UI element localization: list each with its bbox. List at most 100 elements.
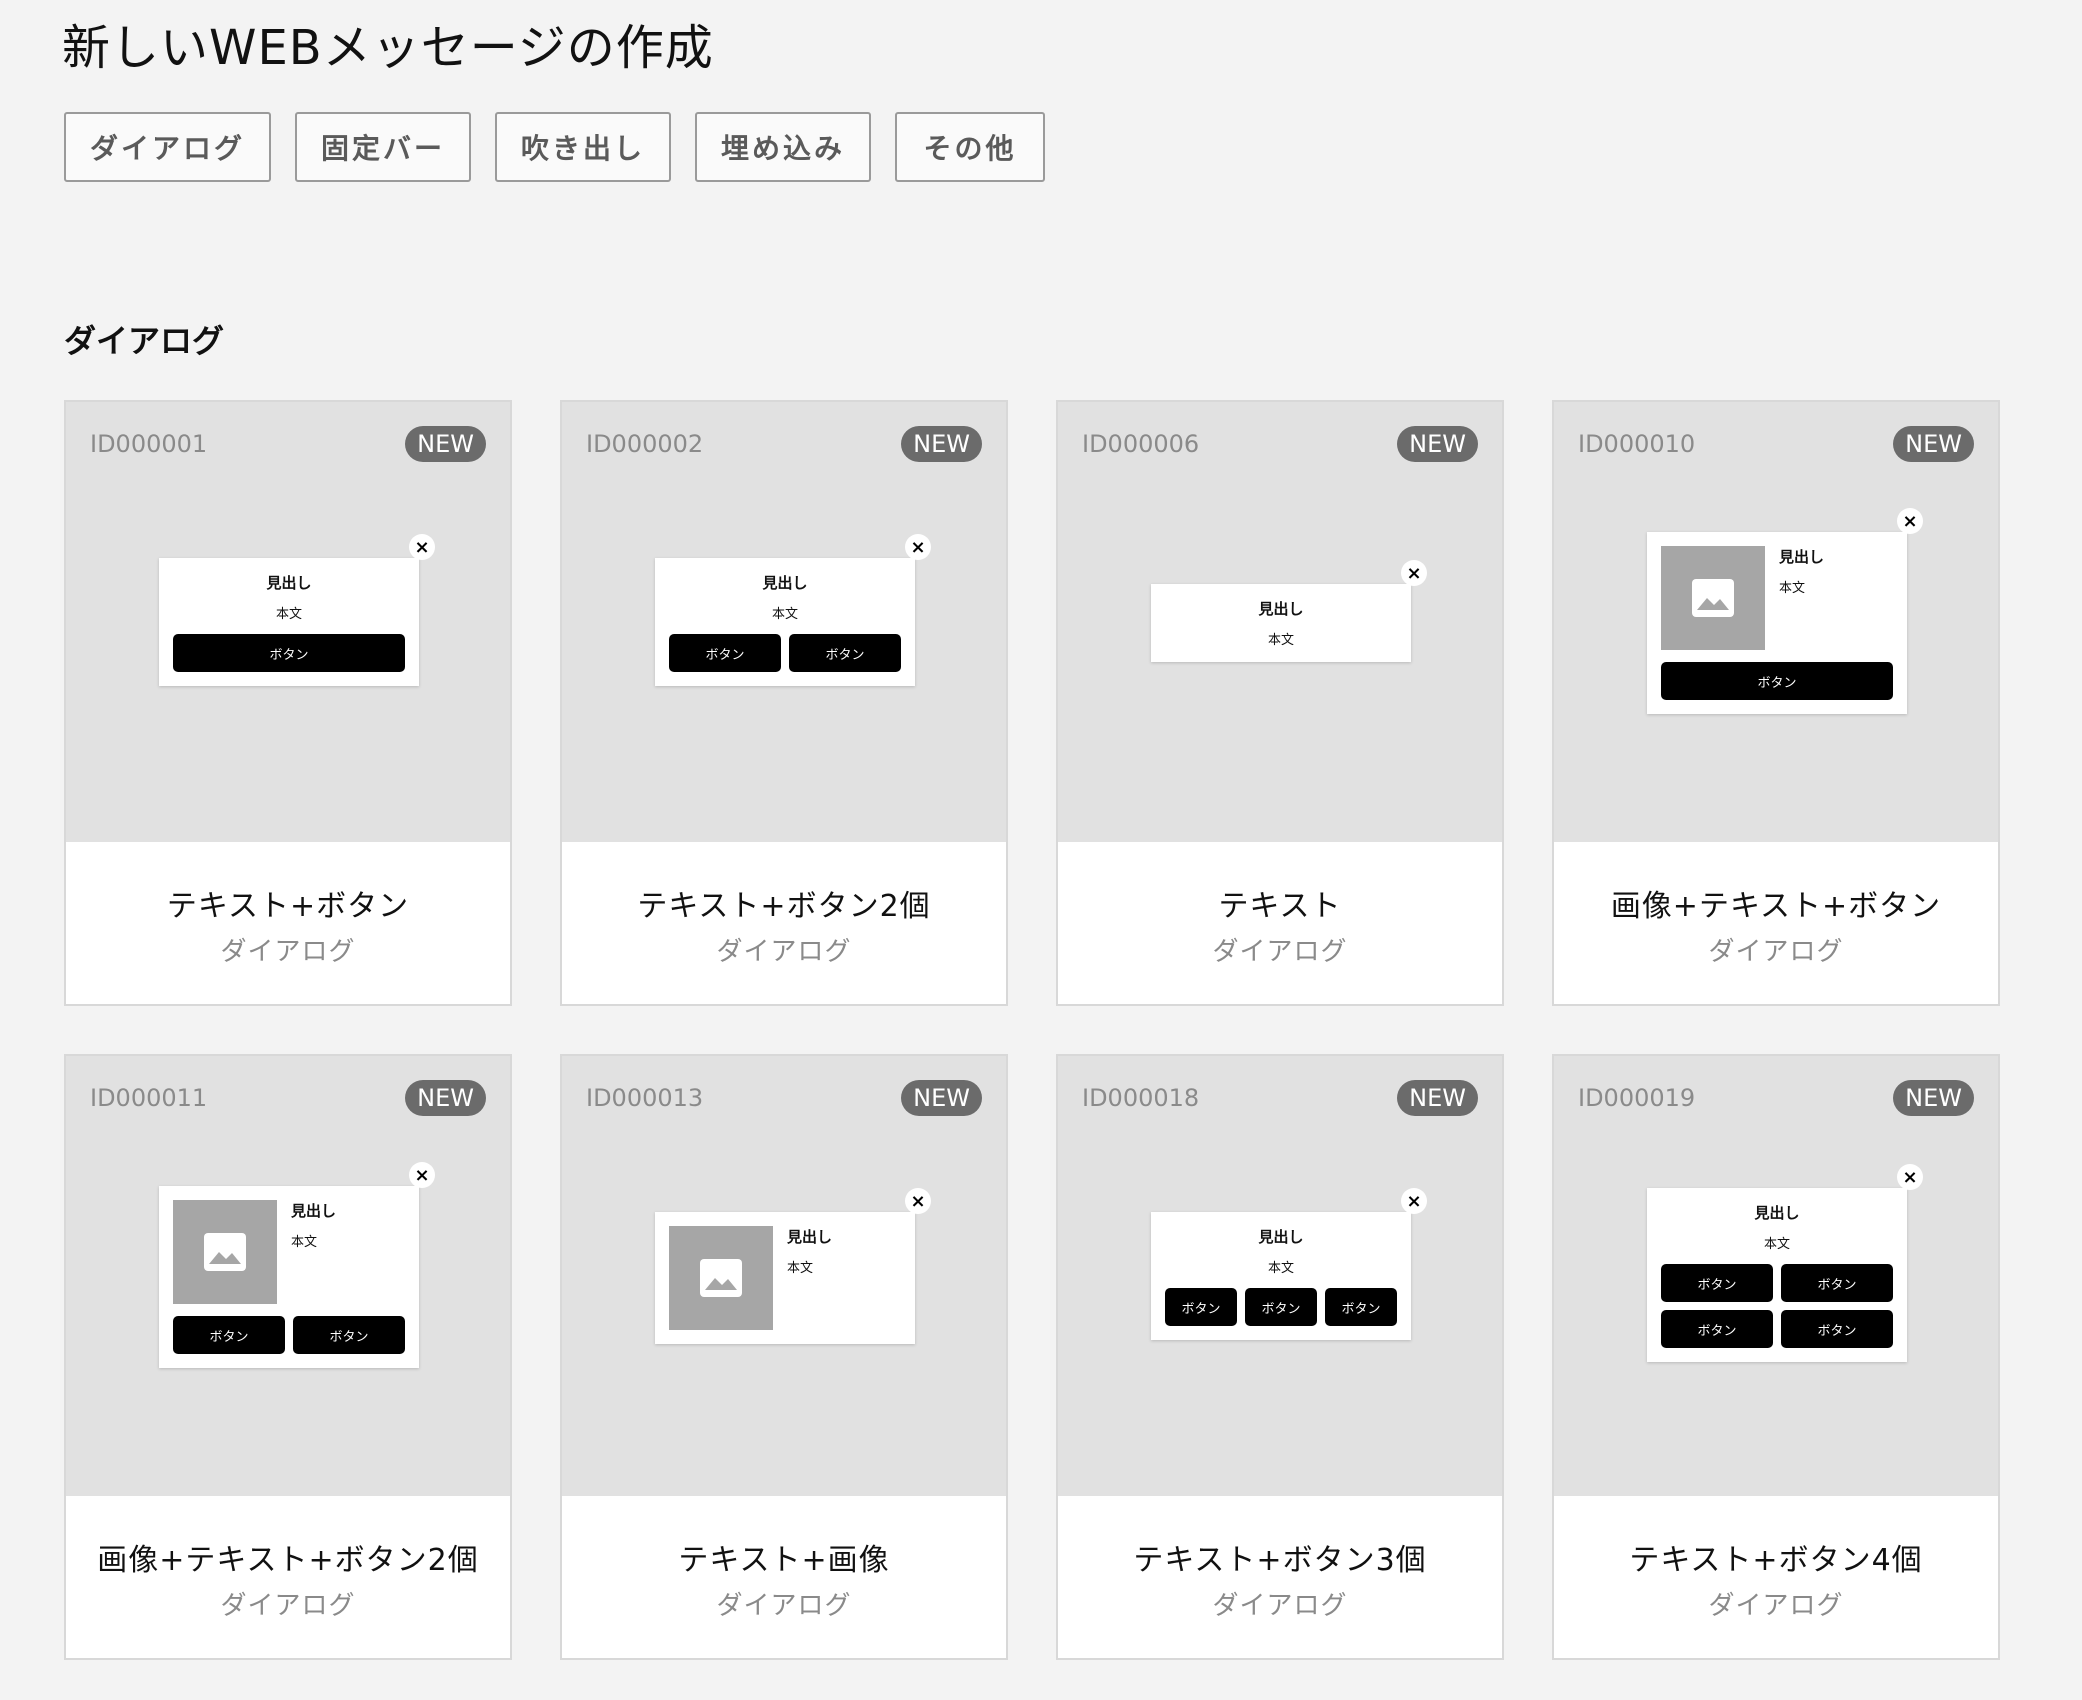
close-icon: × [409, 1162, 435, 1188]
template-card[interactable]: ID000010 NEW × 見出し 本文 ボタン 画像+テキスト+ボタン ダイ… [1552, 400, 2000, 1006]
template-preview: ID000013 NEW × 見出し 本文 [562, 1056, 1006, 1496]
template-card[interactable]: ID000011 NEW × 見出し 本文 ボタン ボタン 画像+テキスト+ボタ… [64, 1054, 512, 1660]
filter-bar: ダイアログ 固定バー 吹き出し 埋め込み その他 [64, 112, 1046, 182]
mock-body: 本文 [275, 607, 302, 622]
template-type: ダイアログ [1212, 1590, 1348, 1621]
template-type: ダイアログ [220, 1590, 356, 1621]
template-card[interactable]: ID000018 NEW × 見出し 本文 ボタン ボタン ボタン テキスト+ボ… [1056, 1054, 1504, 1660]
dialog-mock: × 見出し 本文 [655, 1188, 931, 1344]
filter-balloon-button[interactable]: 吹き出し [495, 112, 672, 182]
close-icon: × [1897, 508, 1923, 534]
template-name: テキスト [1218, 888, 1342, 924]
close-icon: × [1401, 560, 1427, 586]
dialog-mock: × 見出し 本文 ボタン ボタン ボタン ボタン [1647, 1164, 1923, 1362]
template-preview: ID000002 NEW × 見出し 本文 ボタン ボタン [562, 402, 1006, 842]
template-card[interactable]: ID000013 NEW × 見出し 本文 テキスト+画像 ダイアログ [560, 1054, 1008, 1660]
template-type: ダイアログ [1212, 936, 1348, 967]
mock-heading: 見出し [1754, 1204, 1800, 1222]
mock-button: ボタン [1661, 1310, 1773, 1348]
mock-button: ボタン [669, 634, 781, 672]
mock-heading: 見出し [266, 574, 312, 592]
template-type: ダイアログ [220, 936, 356, 967]
template-type: ダイアログ [716, 1590, 852, 1621]
template-type: ダイアログ [1708, 936, 1844, 967]
template-id: ID000019 [1578, 1084, 1696, 1112]
mock-button: ボタン [1661, 662, 1893, 700]
mock-button: ボタン [173, 1316, 285, 1354]
template-card[interactable]: ID000001 NEW × 見出し 本文 ボタン テキスト+ボタン ダイアログ [64, 400, 512, 1006]
mock-button: ボタン [1661, 1264, 1773, 1302]
mock-heading: 見出し [291, 1202, 337, 1220]
filter-embed-button[interactable]: 埋め込み [695, 112, 872, 182]
page-title: 新しいWEBメッセージの作成 [62, 20, 714, 76]
new-badge: NEW [1893, 426, 1974, 462]
template-id: ID000018 [1082, 1084, 1200, 1112]
template-name: 画像+テキスト+ボタン [1610, 888, 1942, 924]
template-preview: ID000011 NEW × 見出し 本文 ボタン ボタン [66, 1056, 510, 1496]
close-icon: × [905, 534, 931, 560]
dialog-mock: × 見出し 本文 ボタン ボタン [655, 534, 931, 686]
mock-heading: 見出し [787, 1228, 833, 1246]
mock-body: 本文 [771, 607, 798, 622]
image-placeholder-icon [669, 1226, 773, 1330]
mock-button: ボタン [293, 1316, 405, 1354]
dialog-mock: × 見出し 本文 ボタン ボタン ボタン [1151, 1188, 1427, 1340]
mock-heading: 見出し [1258, 1228, 1304, 1246]
mock-button: ボタン [789, 634, 901, 672]
new-badge: NEW [405, 426, 486, 462]
new-badge: NEW [1397, 426, 1478, 462]
close-icon: × [1401, 1188, 1427, 1214]
section-title: ダイアログ [64, 322, 225, 360]
template-name: テキスト+ボタン3個 [1133, 1542, 1427, 1578]
template-type: ダイアログ [1708, 1590, 1844, 1621]
mock-button: ボタン [1245, 1288, 1317, 1326]
image-placeholder-icon [173, 1200, 277, 1304]
filter-fixed-bar-button[interactable]: 固定バー [295, 112, 472, 182]
template-type: ダイアログ [716, 936, 852, 967]
mock-heading: 見出し [1779, 548, 1825, 566]
template-id: ID000006 [1082, 430, 1200, 458]
new-badge: NEW [1397, 1080, 1478, 1116]
new-badge: NEW [1893, 1080, 1974, 1116]
template-id: ID000010 [1578, 430, 1696, 458]
mock-body: 本文 [1779, 581, 1806, 596]
mock-button: ボタン [1325, 1288, 1397, 1326]
mock-button: ボタン [1781, 1310, 1893, 1348]
template-id: ID000002 [586, 430, 704, 458]
mock-heading: 見出し [762, 574, 808, 592]
dialog-mock: × 見出し 本文 [1151, 560, 1427, 662]
new-badge: NEW [901, 1080, 982, 1116]
template-card[interactable]: ID000019 NEW × 見出し 本文 ボタン ボタン ボタン ボタン テキ… [1552, 1054, 2000, 1660]
mock-button: ボタン [1165, 1288, 1237, 1326]
new-badge: NEW [901, 426, 982, 462]
template-name: テキスト+ボタン [166, 888, 410, 924]
mock-heading: 見出し [1258, 600, 1304, 618]
image-placeholder-icon [1661, 546, 1765, 650]
template-name: テキスト+ボタン4個 [1629, 1542, 1923, 1578]
filter-dialog-button[interactable]: ダイアログ [64, 112, 272, 182]
template-grid: ID000001 NEW × 見出し 本文 ボタン テキスト+ボタン ダイアログ… [64, 400, 2000, 1660]
template-name: テキスト+ボタン2個 [637, 888, 931, 924]
dialog-mock: × 見出し 本文 ボタン [159, 534, 435, 686]
mock-body: 本文 [1763, 1237, 1790, 1252]
close-icon: × [905, 1188, 931, 1214]
template-name: テキスト+画像 [678, 1542, 890, 1578]
close-icon: × [1897, 1164, 1923, 1190]
new-badge: NEW [405, 1080, 486, 1116]
template-preview: ID000001 NEW × 見出し 本文 ボタン [66, 402, 510, 842]
template-name: 画像+テキスト+ボタン2個 [97, 1542, 479, 1578]
dialog-mock: × 見出し 本文 ボタン ボタン [159, 1162, 435, 1368]
filter-other-button[interactable]: その他 [895, 112, 1046, 182]
template-id: ID000011 [90, 1084, 208, 1112]
dialog-mock: × 見出し 本文 ボタン [1647, 508, 1923, 714]
template-id: ID000013 [586, 1084, 704, 1112]
mock-body: 本文 [1267, 633, 1294, 648]
template-card[interactable]: ID000006 NEW × 見出し 本文 テキスト ダイアログ [1056, 400, 1504, 1006]
mock-body: 本文 [291, 1235, 318, 1250]
mock-button: ボタン [1781, 1264, 1893, 1302]
close-icon: × [409, 534, 435, 560]
mock-body: 本文 [1267, 1261, 1294, 1276]
template-preview: ID000010 NEW × 見出し 本文 ボタン [1554, 402, 1998, 842]
template-card[interactable]: ID000002 NEW × 見出し 本文 ボタン ボタン テキスト+ボタン2個… [560, 400, 1008, 1006]
mock-body: 本文 [787, 1261, 814, 1276]
